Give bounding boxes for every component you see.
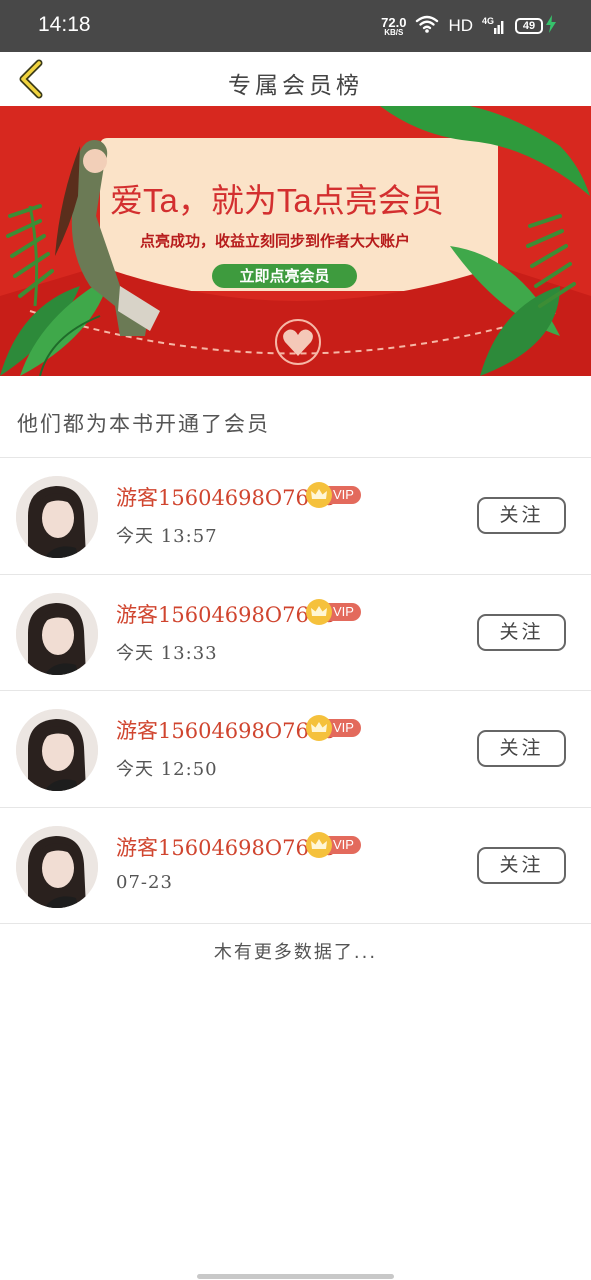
member-name[interactable]: 游客15604698O7668 [116,832,336,862]
follow-button[interactable]: 关注 [477,613,566,651]
hd-label: HD [448,16,473,35]
list-item[interactable]: 游客15604698O7668 VIP 今天 13:57 关注 [0,458,591,575]
network-speed-value: 72.0 [381,14,407,30]
follow-button[interactable]: 关注 [477,846,566,884]
avatar[interactable] [16,592,98,675]
status-time: 14:18 [38,13,91,36]
section-header: 他们都为本书开通了会员 [0,376,591,458]
vip-badge: VIP [306,482,361,508]
vip-badge: VIP [306,831,361,858]
member-list: 游客15604698O7668 VIP 今天 13:57 关注 游客156046… [0,458,591,924]
status-bar: 14:18 72.0 KB/S HD 4G 49 [0,0,591,52]
section-title: 他们都为本书开通了会员 [17,412,270,436]
status-icons: 72.0 KB/S HD 4G 49 [381,12,557,40]
banner-subtitle: 点亮成功，收益立刻同步到作者大大账户 [140,232,411,250]
member-name[interactable]: 游客15604698O7668 [116,599,336,629]
no-more-data-text: 木有更多数据了... [213,942,378,963]
member-time: 今天 12:50 [116,759,218,780]
crown-icon [306,715,332,741]
avatar[interactable] [16,476,98,558]
banner-title: 爱Ta，就为Ta点亮会员 [110,182,444,219]
follow-button[interactable]: 关注 [477,497,566,534]
home-indicator[interactable] [197,1274,394,1279]
member-time: 今天 13:57 [116,526,218,547]
network-speed: 72.0 KB/S [381,16,406,37]
charging-icon [545,15,557,37]
member-name[interactable]: 游客15604698O7668 [116,715,336,745]
list-item[interactable]: 游客15604698O7668 VIP 07-23 关注 [0,808,591,924]
member-name[interactable]: 游客15604698O7668 [116,482,336,512]
crown-icon [306,831,332,858]
wifi-icon [415,15,439,37]
avatar[interactable] [16,825,98,908]
battery-indicator: 49 [515,15,557,37]
crown-icon [306,598,332,625]
page-header: 专属会员榜 [0,52,591,106]
battery-level: 49 [515,18,543,34]
avatar[interactable] [16,709,98,791]
page-title: 专属会员榜 [228,73,363,99]
crown-icon [306,482,332,508]
list-item[interactable]: 游客15604698O7668 VIP 今天 12:50 关注 [0,691,591,808]
member-time: 今天 13:33 [116,642,218,664]
network-speed-unit: KB/S [384,27,404,37]
promo-banner[interactable]: 爱Ta，就为Ta点亮会员 点亮成功，收益立刻同步到作者大大账户 立即点亮会员 [0,106,591,376]
activate-membership-button[interactable]: 立即点亮会员 [212,264,357,288]
member-time: 07-23 [116,871,173,893]
vip-badge: VIP [306,715,361,741]
signal-icon: 4G [482,16,506,36]
follow-button[interactable]: 关注 [477,730,566,767]
vip-badge: VIP [306,598,361,625]
list-item[interactable]: 游客15604698O7668 VIP 今天 13:33 关注 [0,575,591,691]
